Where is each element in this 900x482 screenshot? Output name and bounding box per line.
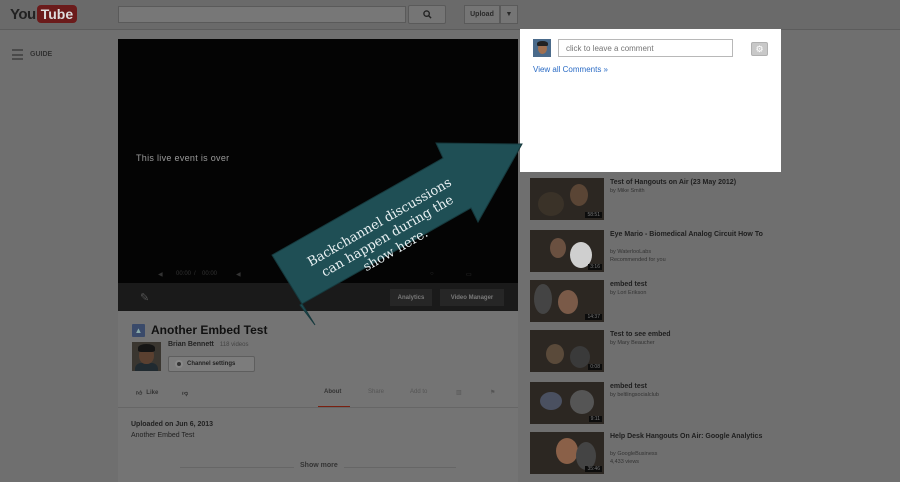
owner-toolbar: ✎ Analytics Video Manager	[118, 283, 518, 311]
video-title[interactable]: embed test	[610, 280, 770, 289]
thumbs-up-icon: 👍︎	[136, 391, 143, 397]
like-label: Like	[146, 390, 159, 396]
description-text: Another Embed Test	[131, 432, 195, 439]
video-manager-button[interactable]: Video Manager	[440, 289, 504, 306]
upload-menu-button[interactable]: ▼	[500, 5, 518, 24]
video-duration: 35:46	[585, 466, 602, 472]
channel-settings-label: Channel settings	[187, 361, 236, 367]
recommended-video[interactable]: 9:11 embed test by beltlingsocialclub	[530, 382, 770, 426]
video-uploader: by Mary Beaucher	[610, 340, 655, 346]
video-meta: Recommended for you	[610, 257, 666, 263]
video-count: 118 videos	[219, 342, 249, 348]
video-player[interactable]: This live event is over ◀ 00:00 / 00:00 …	[118, 39, 518, 311]
recommended-video[interactable]: 35:46 Help Desk Hangouts On Air: Google A…	[530, 432, 770, 476]
tab-about[interactable]: About	[324, 389, 341, 395]
player-time-separator: /	[194, 271, 196, 277]
video-title: Another Embed Test	[151, 323, 268, 337]
pencil-icon[interactable]: ✎	[140, 291, 149, 304]
video-uploader: by Mike Smith	[610, 188, 645, 194]
recommended-video[interactable]: 3:16 Eye Mario - Biomedical Analog Circui…	[530, 230, 770, 274]
youtube-logo[interactable]: You Tube	[10, 4, 78, 24]
show-more-button[interactable]: Show more	[294, 462, 344, 469]
video-uploader: by GoogleBusiness	[610, 451, 658, 457]
channel-avatar[interactable]	[132, 342, 161, 371]
video-title[interactable]: Test of Hangouts on Air (23 May 2012)	[610, 178, 770, 187]
player-time: 00:00	[176, 271, 192, 277]
video-title[interactable]: Test to see embed	[610, 330, 770, 339]
video-thumbnail[interactable]: 3:16	[530, 230, 604, 272]
volume-icon[interactable]: ◀	[236, 271, 241, 278]
dislike-button[interactable]: 👎︎	[182, 389, 188, 397]
video-thumbnail[interactable]: 0:08	[530, 330, 604, 372]
video-duration: 9:11	[588, 416, 602, 422]
guide-button[interactable]: GUIDE	[12, 49, 52, 60]
comment-panel: ⚙ View all Comments »	[520, 29, 781, 172]
video-thumbnail[interactable]: 58:51	[530, 178, 604, 220]
action-bar: 👍︎ Like 👎︎ About Share Add to ▥ ⚑	[118, 385, 518, 408]
play-icon[interactable]: ◀	[158, 271, 163, 278]
video-title[interactable]: embed test	[610, 382, 770, 391]
guide-label: GUIDE	[30, 51, 53, 58]
like-button[interactable]: 👍︎ Like	[136, 389, 158, 397]
fullscreen-icon[interactable]: ▭	[466, 271, 472, 278]
channel-name[interactable]: Brian Bennett	[168, 341, 214, 348]
channel-settings-button[interactable]: Channel settings	[168, 356, 255, 372]
settings-icon[interactable]: ○	[430, 271, 434, 277]
video-uploader: by Lori Erikson	[610, 290, 647, 296]
video-duration: 3:16	[588, 264, 602, 270]
video-thumbnail[interactable]: 14:37	[530, 280, 604, 322]
gear-icon: ⚙	[755, 43, 764, 54]
view-all-comments-link[interactable]: View all Comments »	[533, 65, 608, 74]
masthead: You Tube Upload ▼	[0, 0, 900, 30]
gear-icon	[175, 360, 183, 368]
tab-share[interactable]: Share	[368, 389, 384, 395]
title-badge-icon: ▲	[132, 323, 145, 337]
menu-icon	[12, 49, 23, 60]
video-uploader: by WaterlooLabs	[610, 249, 652, 255]
video-info: ▲ Another Embed Test Brian Bennett 118 v…	[118, 311, 518, 408]
video-thumbnail[interactable]: 35:46	[530, 432, 604, 474]
video-title[interactable]: Help Desk Hangouts On Air: Google Analyt…	[610, 432, 770, 441]
upload-button[interactable]: Upload	[464, 5, 500, 24]
comment-input[interactable]	[558, 39, 733, 57]
tab-add-to[interactable]: Add to	[410, 389, 427, 395]
analytics-button[interactable]: Analytics	[390, 289, 432, 306]
thumbs-down-icon: 👎︎	[182, 391, 189, 397]
recommended-video[interactable]: 0:08 Test to see embed by Mary Beaucher	[530, 330, 770, 374]
recommended-video[interactable]: 58:51 Test of Hangouts on Air (23 May 201…	[530, 178, 770, 222]
search-input[interactable]	[118, 6, 406, 23]
search-icon	[422, 10, 432, 19]
logo-tube: Tube	[36, 5, 78, 23]
comment-settings-button[interactable]: ⚙	[751, 42, 768, 56]
flag-icon[interactable]: ⚑	[490, 389, 495, 396]
video-uploader: by beltlingsocialclub	[610, 392, 659, 398]
logo-you: You	[10, 5, 36, 23]
upload-date: Uploaded on Jun 6, 2013	[131, 421, 214, 428]
video-title[interactable]: Eye Mario - Biomedical Analog Circuit Ho…	[610, 230, 770, 239]
user-avatar	[533, 39, 551, 57]
video-thumbnail[interactable]: 9:11	[530, 382, 604, 424]
video-meta: 4,433 views	[610, 459, 640, 465]
recommended-video[interactable]: 14:37 embed test by Lori Erikson	[530, 280, 770, 324]
video-duration: 14:37	[585, 314, 602, 320]
player-controls: ◀ 00:00 / 00:00 ◀ ○ ▭	[118, 267, 518, 281]
video-description: Uploaded on Jun 6, 2013 Another Embed Te…	[118, 407, 518, 482]
chevron-down-icon: ▼	[505, 11, 513, 18]
stats-icon[interactable]: ▥	[456, 389, 462, 396]
search-button[interactable]	[408, 5, 446, 24]
video-duration: 58:51	[585, 212, 602, 218]
player-duration: 00:00	[202, 271, 218, 277]
live-event-message: This live event is over	[136, 153, 230, 163]
video-duration: 0:08	[588, 364, 602, 370]
